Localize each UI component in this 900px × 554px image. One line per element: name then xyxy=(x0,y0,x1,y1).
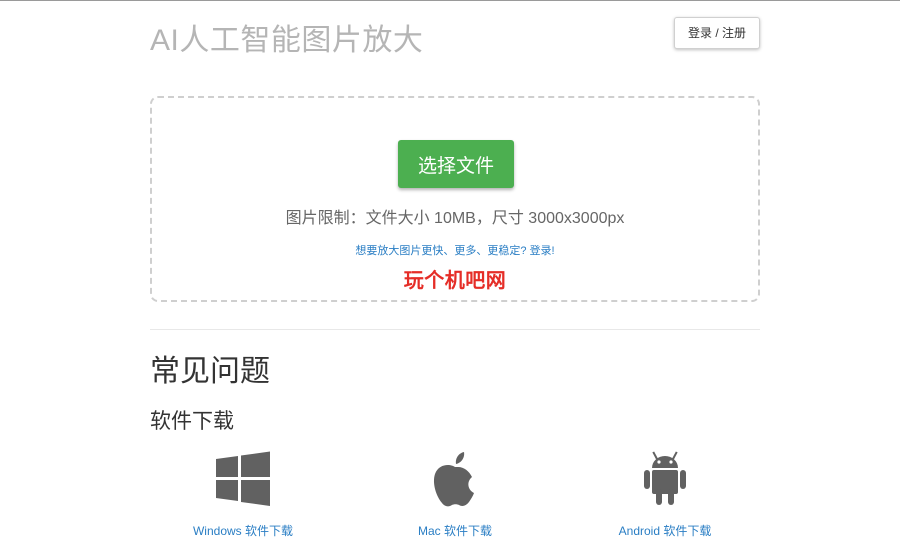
android-download-label: Android 软件下载 xyxy=(618,524,712,538)
site-title: AI人工智能图片放大 xyxy=(150,24,424,57)
upload-limits-text: 图片限制：文件大小 10MB，尺寸 3000x3000px xyxy=(285,210,625,227)
select-file-button[interactable]: 选择文件 xyxy=(398,140,514,188)
page-header: AI人工智能图片放大 登录 / 注册 xyxy=(150,1,760,71)
login-register-button[interactable]: 登录 / 注册 xyxy=(673,17,760,49)
upload-dropzone[interactable]: 选择文件 图片限制：文件大小 10MB，尺寸 3000x3000px 想要放大图… xyxy=(150,96,760,302)
windows-icon xyxy=(216,451,270,506)
android-icon xyxy=(644,451,686,505)
mac-download-link[interactable]: Mac 软件下载 xyxy=(375,449,535,538)
section-divider xyxy=(150,329,760,330)
main-container: AI人工智能图片放大 登录 / 注册 选择文件 图片限制：文件大小 10MB，尺… xyxy=(150,1,760,538)
windows-download-label: Windows 软件下载 xyxy=(192,524,293,538)
android-download-link[interactable]: Android 软件下载 xyxy=(585,449,745,538)
login-promo-link[interactable]: 想要放大图片更快、更多、更稳定? 登录! xyxy=(152,242,758,258)
windows-download-link[interactable]: Windows 软件下载 xyxy=(163,449,323,538)
faq-heading: 常见问题 xyxy=(150,355,270,388)
apple-icon xyxy=(433,452,474,507)
mac-download-label: Mac 软件下载 xyxy=(417,524,492,538)
download-heading: 软件下载 xyxy=(150,410,234,433)
site-watermark: 玩个机吧网 xyxy=(403,270,507,292)
